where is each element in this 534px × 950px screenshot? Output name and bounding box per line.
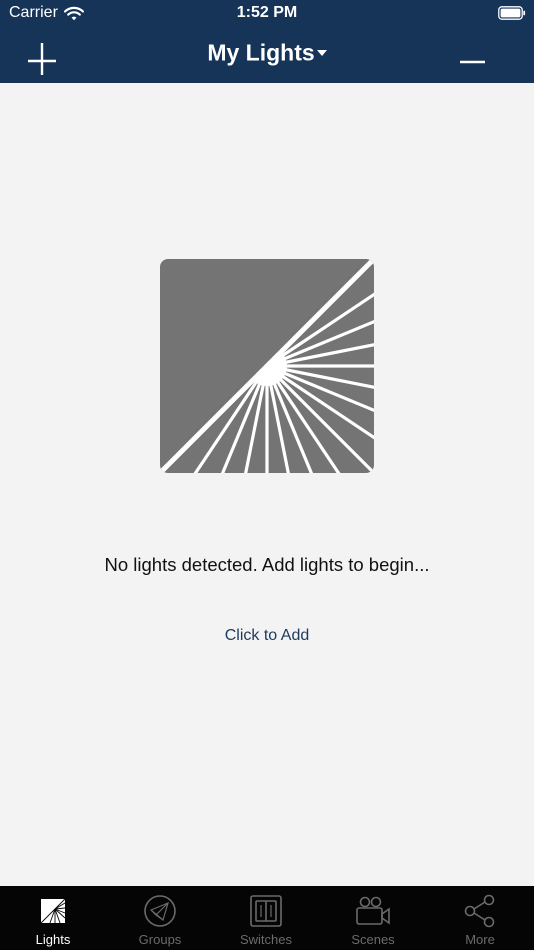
tab-switches[interactable]: Switches <box>213 886 319 950</box>
caret-down-icon <box>316 49 327 56</box>
remove-light-button[interactable] <box>452 36 492 76</box>
lights-icon <box>40 898 66 924</box>
tab-label: Groups <box>138 932 182 947</box>
tab-lights[interactable]: Lights <box>0 886 106 950</box>
groups-icon <box>144 895 176 927</box>
click-to-add-link[interactable]: Click to Add <box>0 627 534 645</box>
battery-full-icon <box>498 6 526 20</box>
page-title: My Lights <box>207 39 315 66</box>
scenes-icon <box>356 896 390 925</box>
tab-label: Switches <box>239 932 293 947</box>
tab-groups[interactable]: Groups <box>107 886 213 950</box>
minus-icon <box>460 60 485 64</box>
share-icon <box>464 894 495 928</box>
navigation-bar: My Lights <box>0 28 534 83</box>
status-bar: Carrier 1:52 PM <box>0 0 534 28</box>
header: Carrier 1:52 PM My Lights <box>0 0 534 83</box>
tab-bar: Lights Groups Switches Scenes More <box>0 886 534 950</box>
tab-label: Scenes <box>351 932 395 947</box>
tab-label: Lights <box>35 932 71 947</box>
empty-state-message: No lights detected. Add lights to begin.… <box>104 554 430 575</box>
status-time: 1:52 PM <box>236 4 298 21</box>
switches-icon <box>250 895 282 927</box>
tab-scenes[interactable]: Scenes <box>320 886 426 950</box>
light-rays-icon <box>160 259 374 473</box>
tab-more[interactable]: More <box>427 886 533 950</box>
tab-label: More <box>465 932 495 947</box>
